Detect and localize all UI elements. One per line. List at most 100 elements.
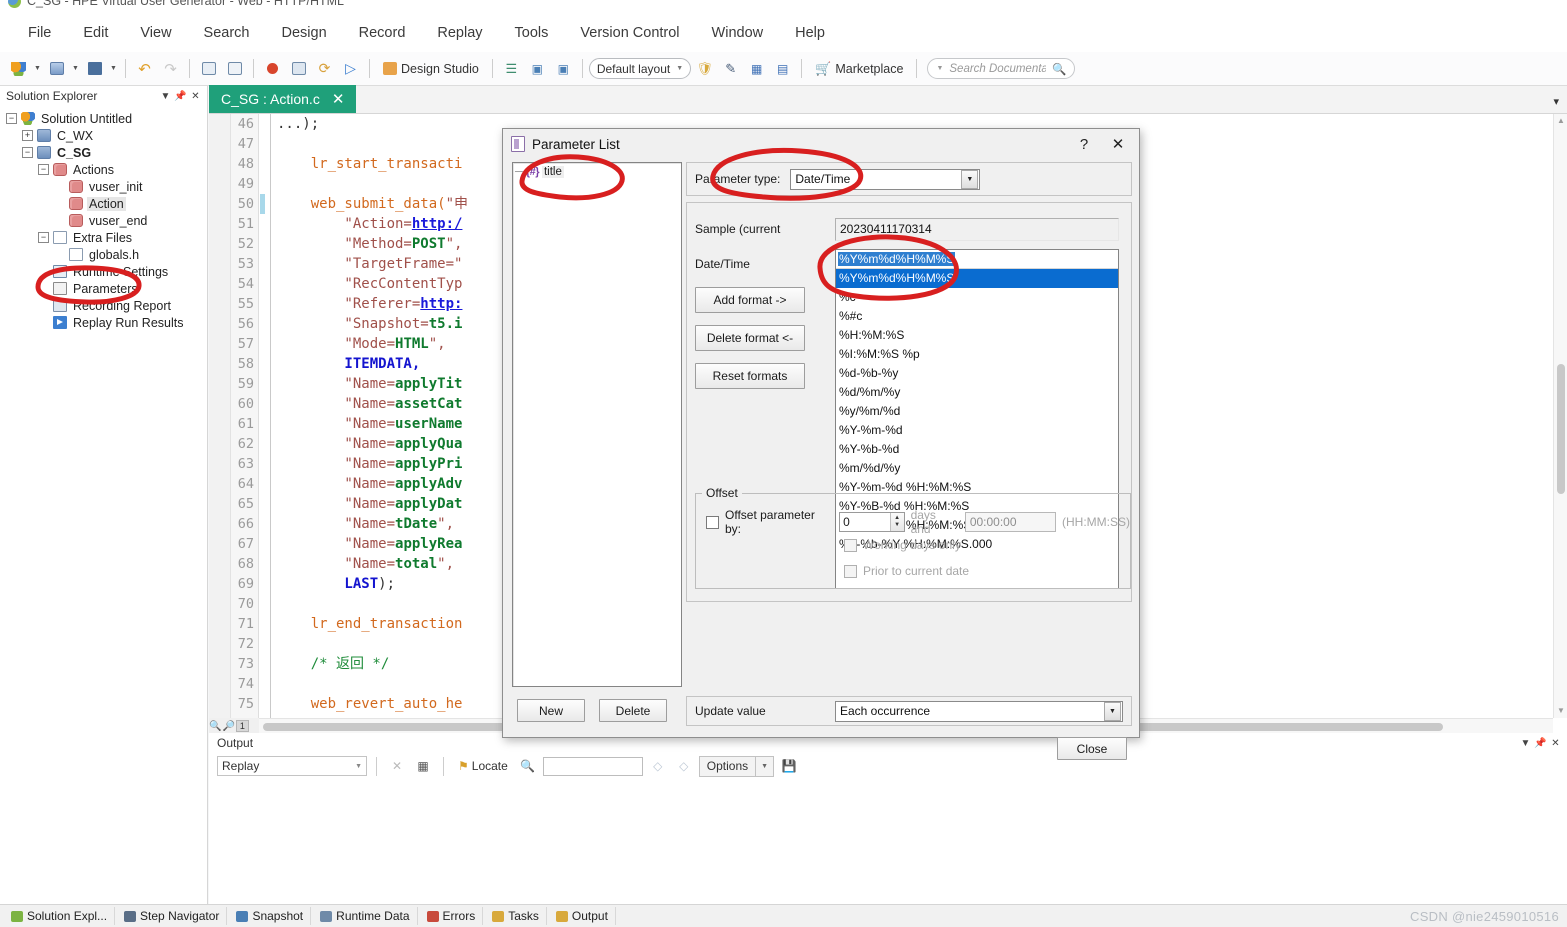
clear-output-icon[interactable]: ✕ bbox=[386, 756, 408, 777]
editor-vertical-scrollbar[interactable]: ▲ ▼ bbox=[1553, 114, 1567, 718]
pencil-icon[interactable]: ✎ bbox=[718, 56, 743, 81]
format-list-item[interactable]: %d/%m/%y bbox=[836, 383, 1118, 402]
close-button[interactable]: Close bbox=[1057, 737, 1127, 760]
tree-item-action[interactable]: Action bbox=[2, 195, 207, 212]
collapse-icon[interactable]: − bbox=[38, 164, 49, 175]
output-source-combo[interactable]: Replay ▼ bbox=[217, 756, 367, 776]
output-search-input[interactable] bbox=[542, 756, 643, 776]
menu-tools[interactable]: Tools bbox=[499, 20, 565, 46]
record-options-icon[interactable] bbox=[286, 56, 311, 81]
grid-icon[interactable]: ▦ bbox=[744, 56, 769, 81]
collapse-icon[interactable]: − bbox=[38, 232, 49, 243]
regenerate-script-icon[interactable] bbox=[196, 56, 221, 81]
search-documentation-input[interactable]: ▼ Search Documentat... 🔍 bbox=[927, 58, 1076, 79]
breakpoint-gutter[interactable] bbox=[209, 114, 231, 718]
new-solution-dropdown-icon[interactable]: ▼ bbox=[32, 57, 43, 81]
menu-search[interactable]: Search bbox=[188, 20, 266, 46]
wrap-text-icon[interactable]: ▦ bbox=[412, 756, 434, 777]
tree-item-replay-run-results[interactable]: Replay Run Results bbox=[2, 314, 207, 331]
tree-item-actions[interactable]: − Actions bbox=[2, 161, 207, 178]
collapse-icon[interactable]: − bbox=[6, 113, 17, 124]
layout-combo[interactable]: Default layout ▼ bbox=[588, 58, 692, 79]
offset-days-stepper[interactable]: 0 ▲ ▼ bbox=[839, 512, 905, 532]
format-list-item[interactable]: %Y-%b-%d bbox=[836, 440, 1118, 459]
prior-to-current-date-checkbox[interactable] bbox=[844, 564, 857, 578]
zoom-out-icon[interactable]: 🔎 bbox=[222, 721, 234, 732]
offset-parameter-checkbox[interactable] bbox=[706, 515, 719, 529]
format-list-item[interactable]: %Y%m%d%H%M%S bbox=[836, 269, 1118, 288]
parameter-type-combo[interactable]: Date/Time ▼ bbox=[790, 168, 981, 190]
shield-icon[interactable]: 🛡 bbox=[692, 56, 717, 81]
pin-icon[interactable]: 📌 bbox=[173, 91, 188, 102]
runtime-settings-icon[interactable] bbox=[222, 56, 247, 81]
search-icon[interactable]: 🔍 bbox=[517, 756, 539, 777]
undo-icon[interactable]: ↶ bbox=[132, 56, 157, 81]
offset-time-field[interactable]: 00:00:00 bbox=[964, 512, 1057, 532]
statusbar-item-solution-expl-[interactable]: Solution Expl... bbox=[4, 907, 116, 925]
delete-format-button[interactable]: Delete format <- bbox=[695, 325, 805, 351]
panel-menu-icon[interactable]: ▼ bbox=[1518, 738, 1533, 749]
reset-formats-button[interactable]: Reset formats bbox=[695, 363, 805, 389]
tree-item-vuser-end[interactable]: vuser_end bbox=[2, 212, 207, 229]
pin-icon[interactable]: 📌 bbox=[1533, 738, 1548, 749]
replay-debug-icon[interactable]: ⟳ bbox=[312, 56, 337, 81]
run-icon[interactable]: ▷ bbox=[338, 56, 363, 81]
expand-icon[interactable]: + bbox=[22, 130, 33, 141]
format-list-item[interactable]: %c bbox=[836, 288, 1118, 307]
stepper-buttons-icon[interactable]: ▲ ▼ bbox=[889, 513, 904, 531]
new-parameter-button[interactable]: New bbox=[517, 699, 585, 722]
tree-item-parameters[interactable]: Parameters bbox=[2, 280, 207, 297]
save-icon[interactable] bbox=[82, 56, 107, 81]
redo-icon[interactable]: ↷ bbox=[158, 56, 183, 81]
menu-view[interactable]: View bbox=[124, 20, 187, 46]
tree-item-runtime-settings[interactable]: Runtime Settings bbox=[2, 263, 207, 280]
format-list-item[interactable]: %y/%m/%d bbox=[836, 402, 1118, 421]
design-studio-button[interactable]: Design Studio bbox=[376, 59, 486, 79]
step-navigator-icon[interactable]: ☰ bbox=[499, 56, 524, 81]
format-list-item[interactable]: %H:%M:%S bbox=[836, 326, 1118, 345]
menu-window[interactable]: Window bbox=[696, 20, 780, 46]
menu-help[interactable]: Help bbox=[779, 20, 841, 46]
statusbar-item-snapshot[interactable]: Snapshot bbox=[229, 907, 312, 925]
close-icon[interactable]: ✕ bbox=[1101, 131, 1135, 157]
parameter-tree[interactable]: ─ {#} title bbox=[512, 162, 682, 687]
marketplace-button[interactable]: 🛒 Marketplace bbox=[808, 58, 910, 80]
tree-item-c-sg[interactable]: − C_SG bbox=[2, 144, 207, 161]
scroll-up-icon[interactable]: ▲ bbox=[1554, 114, 1567, 128]
add-script-icon[interactable] bbox=[44, 56, 69, 81]
help-button[interactable]: ? bbox=[1067, 131, 1101, 157]
delete-parameter-button[interactable]: Delete bbox=[599, 699, 667, 722]
format-list-item[interactable]: %I:%M:%S %p bbox=[836, 345, 1118, 364]
record-icon[interactable] bbox=[260, 56, 285, 81]
tree-item-vuser-init[interactable]: vuser_init bbox=[2, 178, 207, 195]
tree-item-recording-report[interactable]: Recording Report bbox=[2, 297, 207, 314]
menu-edit[interactable]: Edit bbox=[67, 20, 124, 46]
output-text-area[interactable] bbox=[209, 779, 1567, 904]
find-next-icon[interactable]: ◇ bbox=[673, 756, 695, 777]
panel-menu-icon[interactable]: ▼ bbox=[158, 91, 173, 102]
window-layout-icon[interactable]: ▤ bbox=[770, 56, 795, 81]
parameter-tree-item-title[interactable]: ─ {#} title bbox=[513, 163, 681, 180]
add-format-button[interactable]: Add format -> bbox=[695, 287, 805, 313]
tab-action-c[interactable]: C_SG : Action.c ✕ bbox=[209, 85, 357, 113]
tree-item-c-wx[interactable]: + C_WX bbox=[2, 127, 207, 144]
close-icon[interactable]: ✕ bbox=[1548, 738, 1563, 749]
menu-design[interactable]: Design bbox=[266, 20, 343, 46]
snapshot-left-icon[interactable]: ▣ bbox=[525, 56, 550, 81]
save-output-icon[interactable]: 💾 bbox=[778, 756, 800, 777]
add-script-dropdown-icon[interactable]: ▼ bbox=[70, 57, 81, 81]
statusbar-item-runtime-data[interactable]: Runtime Data bbox=[313, 907, 418, 925]
solution-explorer-tree[interactable]: − Solution Untitled + C_WX − C_SG − Actions vuse… bbox=[0, 106, 207, 331]
snapshot-right-icon[interactable]: ▣ bbox=[551, 56, 576, 81]
menu-file[interactable]: File bbox=[12, 20, 67, 46]
format-list-item[interactable]: %#c bbox=[836, 307, 1118, 326]
statusbar-item-tasks[interactable]: Tasks bbox=[485, 907, 547, 925]
working-days-only-checkbox[interactable] bbox=[844, 538, 857, 552]
menu-record[interactable]: Record bbox=[343, 20, 422, 46]
tab-list-icon[interactable]: ▾ bbox=[1553, 95, 1559, 108]
locate-button[interactable]: ⚑ Locate bbox=[453, 756, 513, 777]
statusbar-item-errors[interactable]: Errors bbox=[420, 907, 484, 925]
statusbar-item-output[interactable]: Output bbox=[549, 907, 616, 925]
vertical-scroll-thumb[interactable] bbox=[1557, 364, 1565, 494]
tree-item-solution-untitled[interactable]: − Solution Untitled bbox=[2, 110, 207, 127]
